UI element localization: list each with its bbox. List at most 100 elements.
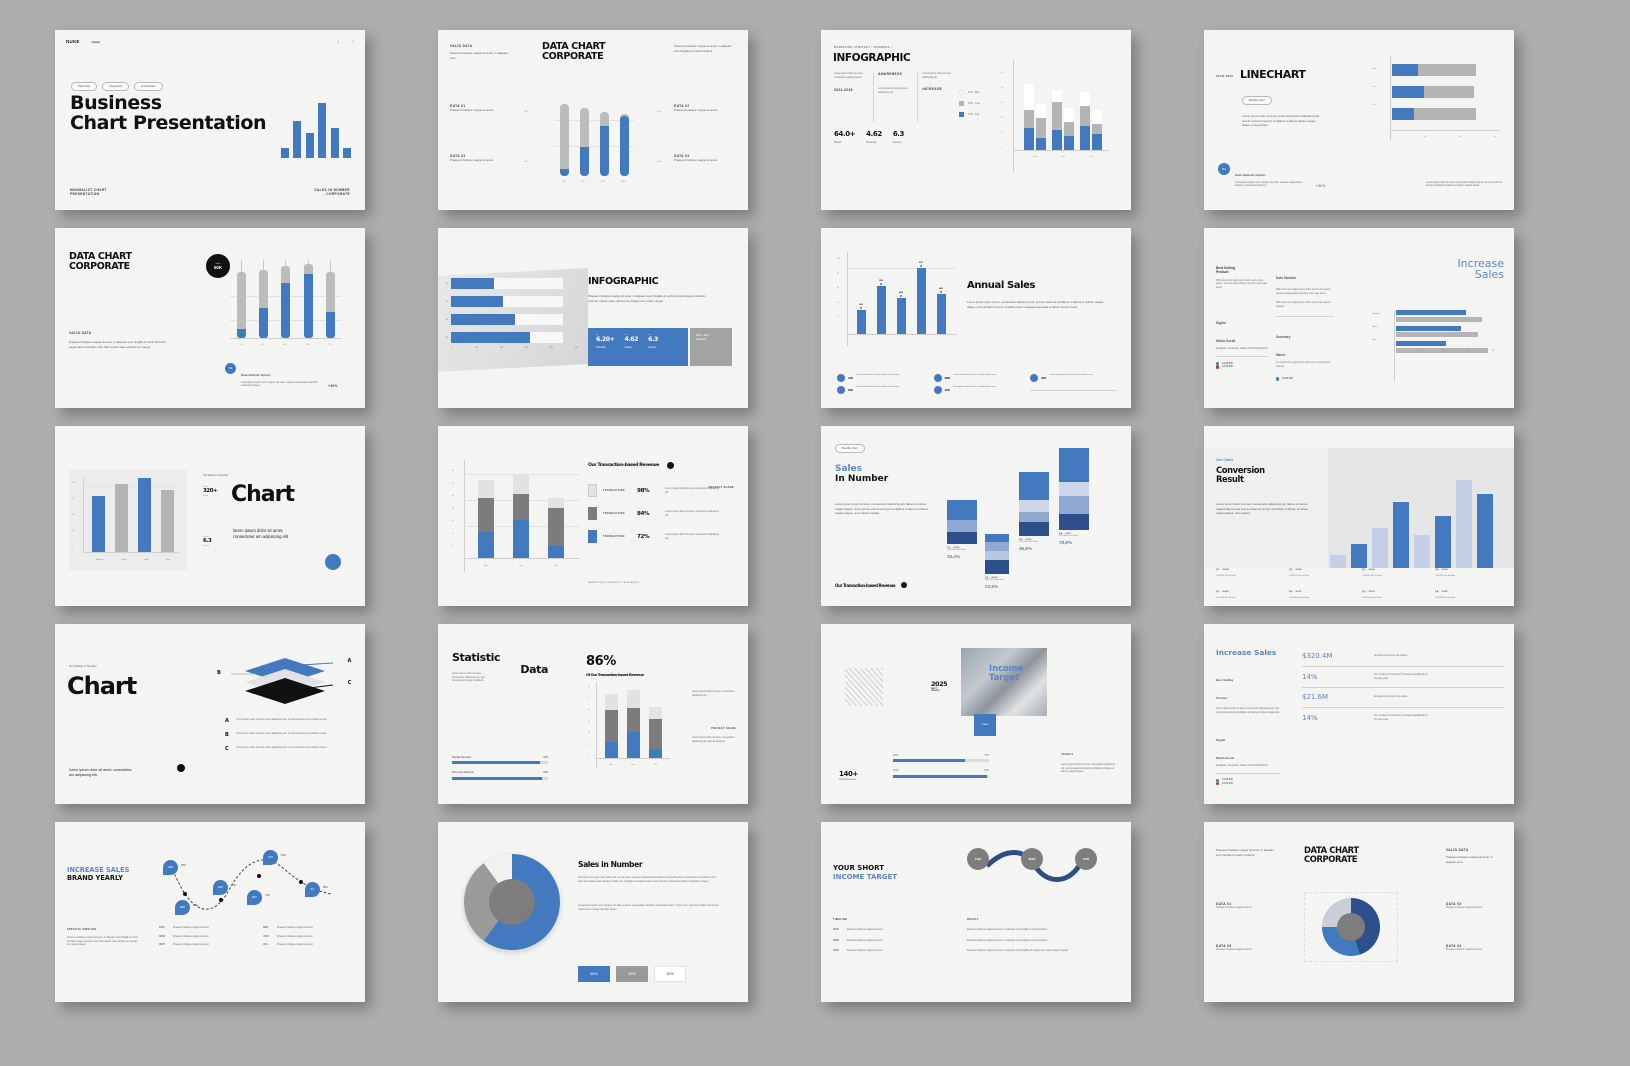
slide-annual-sales[interactable]: 100 80 60 40 20 0 JAN FEB MAR APR MAY An… (821, 228, 1131, 408)
slide-data-chart-corporate-3[interactable]: Praesent tristique magna sit amet, in al… (1204, 822, 1514, 1002)
list-item-feb: /FEB Praesent tristique magna sit amet. (159, 926, 210, 929)
slide15-right-body: Lorem ipsum dolor sit amet, consectetur … (1061, 763, 1115, 774)
slide12-title-line2: Result (1216, 474, 1244, 485)
slide-your-short-income-target[interactable]: YOUR SHORT INCOME TARGET TIMELINE /FEB Pr… (821, 822, 1131, 1002)
slide17-list: /FEB Praesent tristique magna sit amet. /… (159, 926, 355, 947)
legend-feb-tag: FEB (848, 388, 853, 392)
slide5-xtick-4: 75% (328, 344, 333, 346)
slide11-title-line2: In Number (835, 474, 889, 485)
slide-data-chart-corporate-2[interactable]: DATA CHART CORPORATE VALID DATA Praesent… (55, 228, 365, 408)
slide15-right-block: Yearly Lorem ipsum dolor sit amet, conse… (1061, 742, 1119, 774)
transaction-row-98-value: 98% (637, 487, 650, 494)
slide-infographic-2[interactable]: 01 02 03 04 0 100 200 300 400 500 INFOGR… (438, 228, 748, 408)
slide17-title: INCREASE SALES BRAND YEARLY (67, 866, 129, 882)
node-apr: APR (213, 880, 228, 895)
nav-item-home[interactable]: Home (92, 40, 100, 44)
search-icon[interactable]: ⚲ (337, 40, 339, 44)
slide11-pill[interactable]: Monthly chart (835, 444, 865, 453)
slide3-col3-body: Lorem ipsum dolor sit amet, adipiscing e… (922, 72, 952, 79)
chip-30[interactable]: 30% (616, 966, 648, 982)
slide10-xtick-may: May (483, 565, 488, 567)
slide-increase-sales-2[interactable]: Increase Sales Best Selling Product Lore… (1204, 624, 1514, 804)
slide4-kicker: VALID DATA (1216, 76, 1234, 78)
stat-income-label: Income (892, 141, 902, 144)
chip-60[interactable]: 60% (578, 966, 610, 982)
slide2-title: DATA CHART CORPORATE (542, 41, 606, 63)
slide10-ytick-6: 90 (452, 470, 455, 472)
slide-transaction-revenue[interactable]: 90 75 60 45 30 15 0 May June July Our Tr… (438, 426, 748, 606)
slide6-stat-market-label: market (624, 346, 632, 349)
slide1-title-line2: Chart Presentation (70, 111, 267, 134)
data-item-03: DATA 03 Praesent tristique magna sit ame… (450, 154, 512, 163)
slide-sales-in-number[interactable]: Monthly chart Sales In Number Lorem ipsu… (821, 426, 1131, 606)
slide6-stat-market-tag: 02 (624, 334, 627, 336)
slide-conversion-result[interactable]: Our Chart Conversion Result Lorem ipsum … (1204, 426, 1514, 606)
slide9-ytick-2: 50 (72, 514, 75, 516)
slide-business-chart-presentation[interactable]: NUKE Home ⚲ ☰ Data chart Infographic Ann… (55, 30, 365, 210)
slide9-stat-brand-label: Brand (203, 495, 209, 497)
slide6-stat-potential: 01 6.20+ Potential (596, 334, 615, 360)
slide5-stat-body: Consequat mauris nunc congue nisi vitae.… (241, 380, 319, 388)
slide9-stat-income: Income 6.3 Income (203, 536, 212, 547)
slide-increase-sales-brand-yearly[interactable]: INCREASE SALES BRAND YEARLY SPECIFIC TIM… (55, 822, 365, 1002)
slide11-body: Lorem ipsum dolor sit amet, consectetur … (835, 502, 929, 515)
slide5-xtick-2: 46% (282, 344, 287, 346)
left-item-apr: /APR Praesent tristique magna sit amet. (833, 949, 884, 953)
slide19-kicker: TIMELINE (833, 918, 848, 921)
slide8-xtick-3: 60 (1467, 350, 1470, 352)
slide-statistic-data[interactable]: Statistic Data Lorem ipsum dolor sit ame… (438, 624, 748, 804)
slide3-chart: 50 40 30 20 10 0 May June July (1001, 60, 1109, 172)
legend-swatch-may (959, 90, 964, 95)
legend-mar-tag: MAR (944, 376, 951, 380)
footer-right-line2: - Corporate (323, 192, 350, 196)
chip-infographic[interactable]: Infographic (101, 82, 129, 91)
quarter-q2: Q2 - 2024 2.453.678 ,00 Link Clicks 23,6… (985, 534, 1009, 589)
slide4-foot-body: Lorem ipsum dolor sit amet, consectetur … (1426, 180, 1502, 188)
legend-feb: FEB Lorem ipsum dolor sit amet, sed do ri… (837, 386, 924, 394)
slide15-hatch-decor (845, 668, 883, 706)
slide11-title-line1: Sales (835, 464, 863, 474)
transaction-row-72-value: 72% (637, 533, 650, 540)
chip-data-chart[interactable]: Data chart (71, 82, 97, 91)
slide8-xtick-0: 0 (1394, 350, 1396, 352)
left-item-feb: /FEB Praesent tristique magna sit amet. (833, 928, 884, 931)
stat-income-value: 6.3 (892, 130, 905, 138)
slide18-donut-chart (464, 854, 560, 950)
slide2-chart: 0% 6% 46% 64% (554, 98, 634, 183)
chip-10[interactable]: 10% (654, 966, 686, 982)
slide-data-chart-corporate-1[interactable]: VALID DATA Praesent tristique magna sit … (438, 30, 748, 210)
slide-chart-report[interactable]: 100 75 50 25 0 February March April May (55, 426, 365, 606)
slide18-chips: 60% 30% 10% (578, 966, 686, 982)
slide15-right-head: Yearly (1061, 753, 1074, 757)
slide-sales-in-number-donut[interactable]: Sales in Number Vel turpis nunc eget lor… (438, 822, 748, 1002)
legend-jan: JAN Lorem ipsum dolor sit amet, sed do ri… (837, 374, 924, 382)
list-item-jul: /JUL Praesent tristique magna sit amet. (263, 943, 314, 947)
slide-increase-sales-1[interactable]: Best Selling Product Nihil umet nunc asp… (1204, 228, 1514, 408)
slide4-pill-monthly-chart[interactable]: Monthly chart (1242, 96, 1272, 105)
slide15-year-sub2: TARGET (931, 690, 940, 692)
table-cell-q3-2024: Q3 - 2024 1.453.478 ,00 Link Clicks (1362, 568, 1383, 577)
slide3-col2-head: Awareness (878, 72, 903, 76)
slide3-title: INFOGRAPHIC (833, 52, 911, 64)
slide-income-target[interactable]: 2025 NEXT TARGET Income Target CHART 140… (821, 624, 1131, 804)
slide8-xtick-2: 40 (1442, 350, 1445, 352)
slide19-right-head: RESULT (967, 918, 979, 921)
slide-infographic-1[interactable]: MARKETING STRATEGY / BUSINESS / INFOGRAP… (821, 30, 1131, 210)
progress-sample-revenue: Sample Revenue 92% (452, 755, 548, 759)
chip-annual-ratio[interactable]: Annual Ratio (133, 82, 163, 91)
slide3-columns: Lorem ipsum dolor sit amet, consectetur … (834, 72, 956, 122)
slide-linechart[interactable]: VALID DATA LINECHART Monthly chart Lorem… (1204, 30, 1514, 210)
slide9-xtick-apr: April (144, 559, 149, 561)
menu-icon[interactable]: ☰ (351, 40, 354, 44)
slide8-col1-body: Nihil umet nunc aspit venim dolor sed or… (1216, 278, 1267, 289)
slide5-title: DATA CHART CORPORATE (69, 251, 132, 273)
slide11-title: Sales In Number (835, 464, 888, 484)
slide3-stats: 64.0+ Brand 4.62 Revenue 6.3 Income (834, 130, 904, 144)
slide-chart-market[interactable]: Our Market in Number Chart lorem ipsum d… (55, 624, 365, 804)
slide8-col1: Best Selling Product Nihil umet nunc asp… (1216, 266, 1268, 369)
node-jun-value: 61% (281, 854, 286, 857)
slide3-xtick-july: July (1089, 156, 1093, 158)
slide13-body: lorem ipsum dolor sit amet, consectetur … (69, 767, 132, 777)
transaction-row-84-label: TRANSACTION (603, 512, 625, 515)
slide14-side-body: Lorem ipsum dolor sit amet, consectetur … (452, 672, 485, 683)
